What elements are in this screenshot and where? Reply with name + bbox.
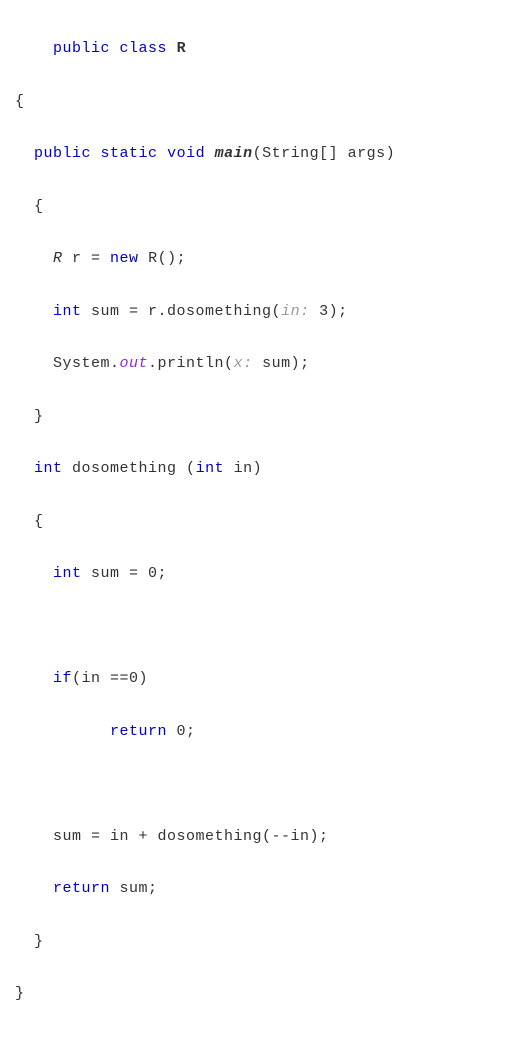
- text: sum = in + dosomething(--in);: [15, 828, 329, 845]
- code-line: {: [15, 194, 504, 220]
- code-line: }: [15, 404, 504, 430]
- code-line: [15, 614, 504, 640]
- text: (in ==0): [72, 670, 148, 687]
- text: r =: [63, 250, 111, 267]
- keyword: int: [196, 460, 225, 477]
- text: sum = r.dosomething(: [82, 303, 282, 320]
- code-line: }: [15, 981, 504, 1007]
- code-line: sum = in + dosomething(--in);: [15, 824, 504, 850]
- code-line: }: [15, 929, 504, 955]
- field: out: [120, 355, 149, 372]
- code-line: System.out.println(x: sum);: [15, 351, 504, 377]
- text: 0;: [167, 723, 196, 740]
- text: in): [224, 460, 262, 477]
- keyword: class: [120, 40, 168, 57]
- code-line: {: [15, 89, 504, 115]
- class-name: R: [177, 40, 187, 57]
- keyword: int: [53, 565, 82, 582]
- text: dosomething (: [63, 460, 196, 477]
- keyword: public: [34, 145, 91, 162]
- code-line: return 0;: [15, 719, 504, 745]
- code-line: int sum = r.dosomething(in: 3);: [15, 299, 504, 325]
- keyword: int: [34, 460, 63, 477]
- brace: {: [15, 513, 44, 530]
- text: 3);: [310, 303, 348, 320]
- brace: }: [15, 933, 44, 950]
- code-line: int sum = 0;: [15, 561, 504, 587]
- code-line: R r = new R();: [15, 246, 504, 272]
- text: .println(: [148, 355, 234, 372]
- code-block: public class R { public static void main…: [15, 10, 504, 1034]
- keyword: return: [110, 723, 167, 740]
- param-hint: in:: [281, 303, 310, 320]
- brace: {: [15, 198, 44, 215]
- text: System.: [53, 355, 120, 372]
- brace: }: [15, 985, 25, 1002]
- text: sum = 0;: [82, 565, 168, 582]
- keyword: void: [167, 145, 205, 162]
- brace: {: [15, 93, 25, 110]
- code-line: if(in ==0): [15, 666, 504, 692]
- keyword: int: [53, 303, 82, 320]
- keyword: if: [53, 670, 72, 687]
- code-line: {: [15, 509, 504, 535]
- signature: (String[] args): [253, 145, 396, 162]
- keyword: return: [53, 880, 110, 897]
- code-line: public static void main(String[] args): [15, 141, 504, 167]
- code-line: int dosomething (int in): [15, 456, 504, 482]
- keyword: public: [53, 40, 110, 57]
- code-line: [15, 771, 504, 797]
- text: R();: [139, 250, 187, 267]
- code-line: return sum;: [15, 876, 504, 902]
- text: sum;: [110, 880, 158, 897]
- code-line: public class R: [15, 36, 504, 62]
- type: R: [53, 250, 63, 267]
- keyword: static: [101, 145, 158, 162]
- param-hint: x:: [234, 355, 253, 372]
- text: sum);: [253, 355, 310, 372]
- method-name: main: [215, 145, 253, 162]
- brace: }: [15, 408, 44, 425]
- keyword: new: [110, 250, 139, 267]
